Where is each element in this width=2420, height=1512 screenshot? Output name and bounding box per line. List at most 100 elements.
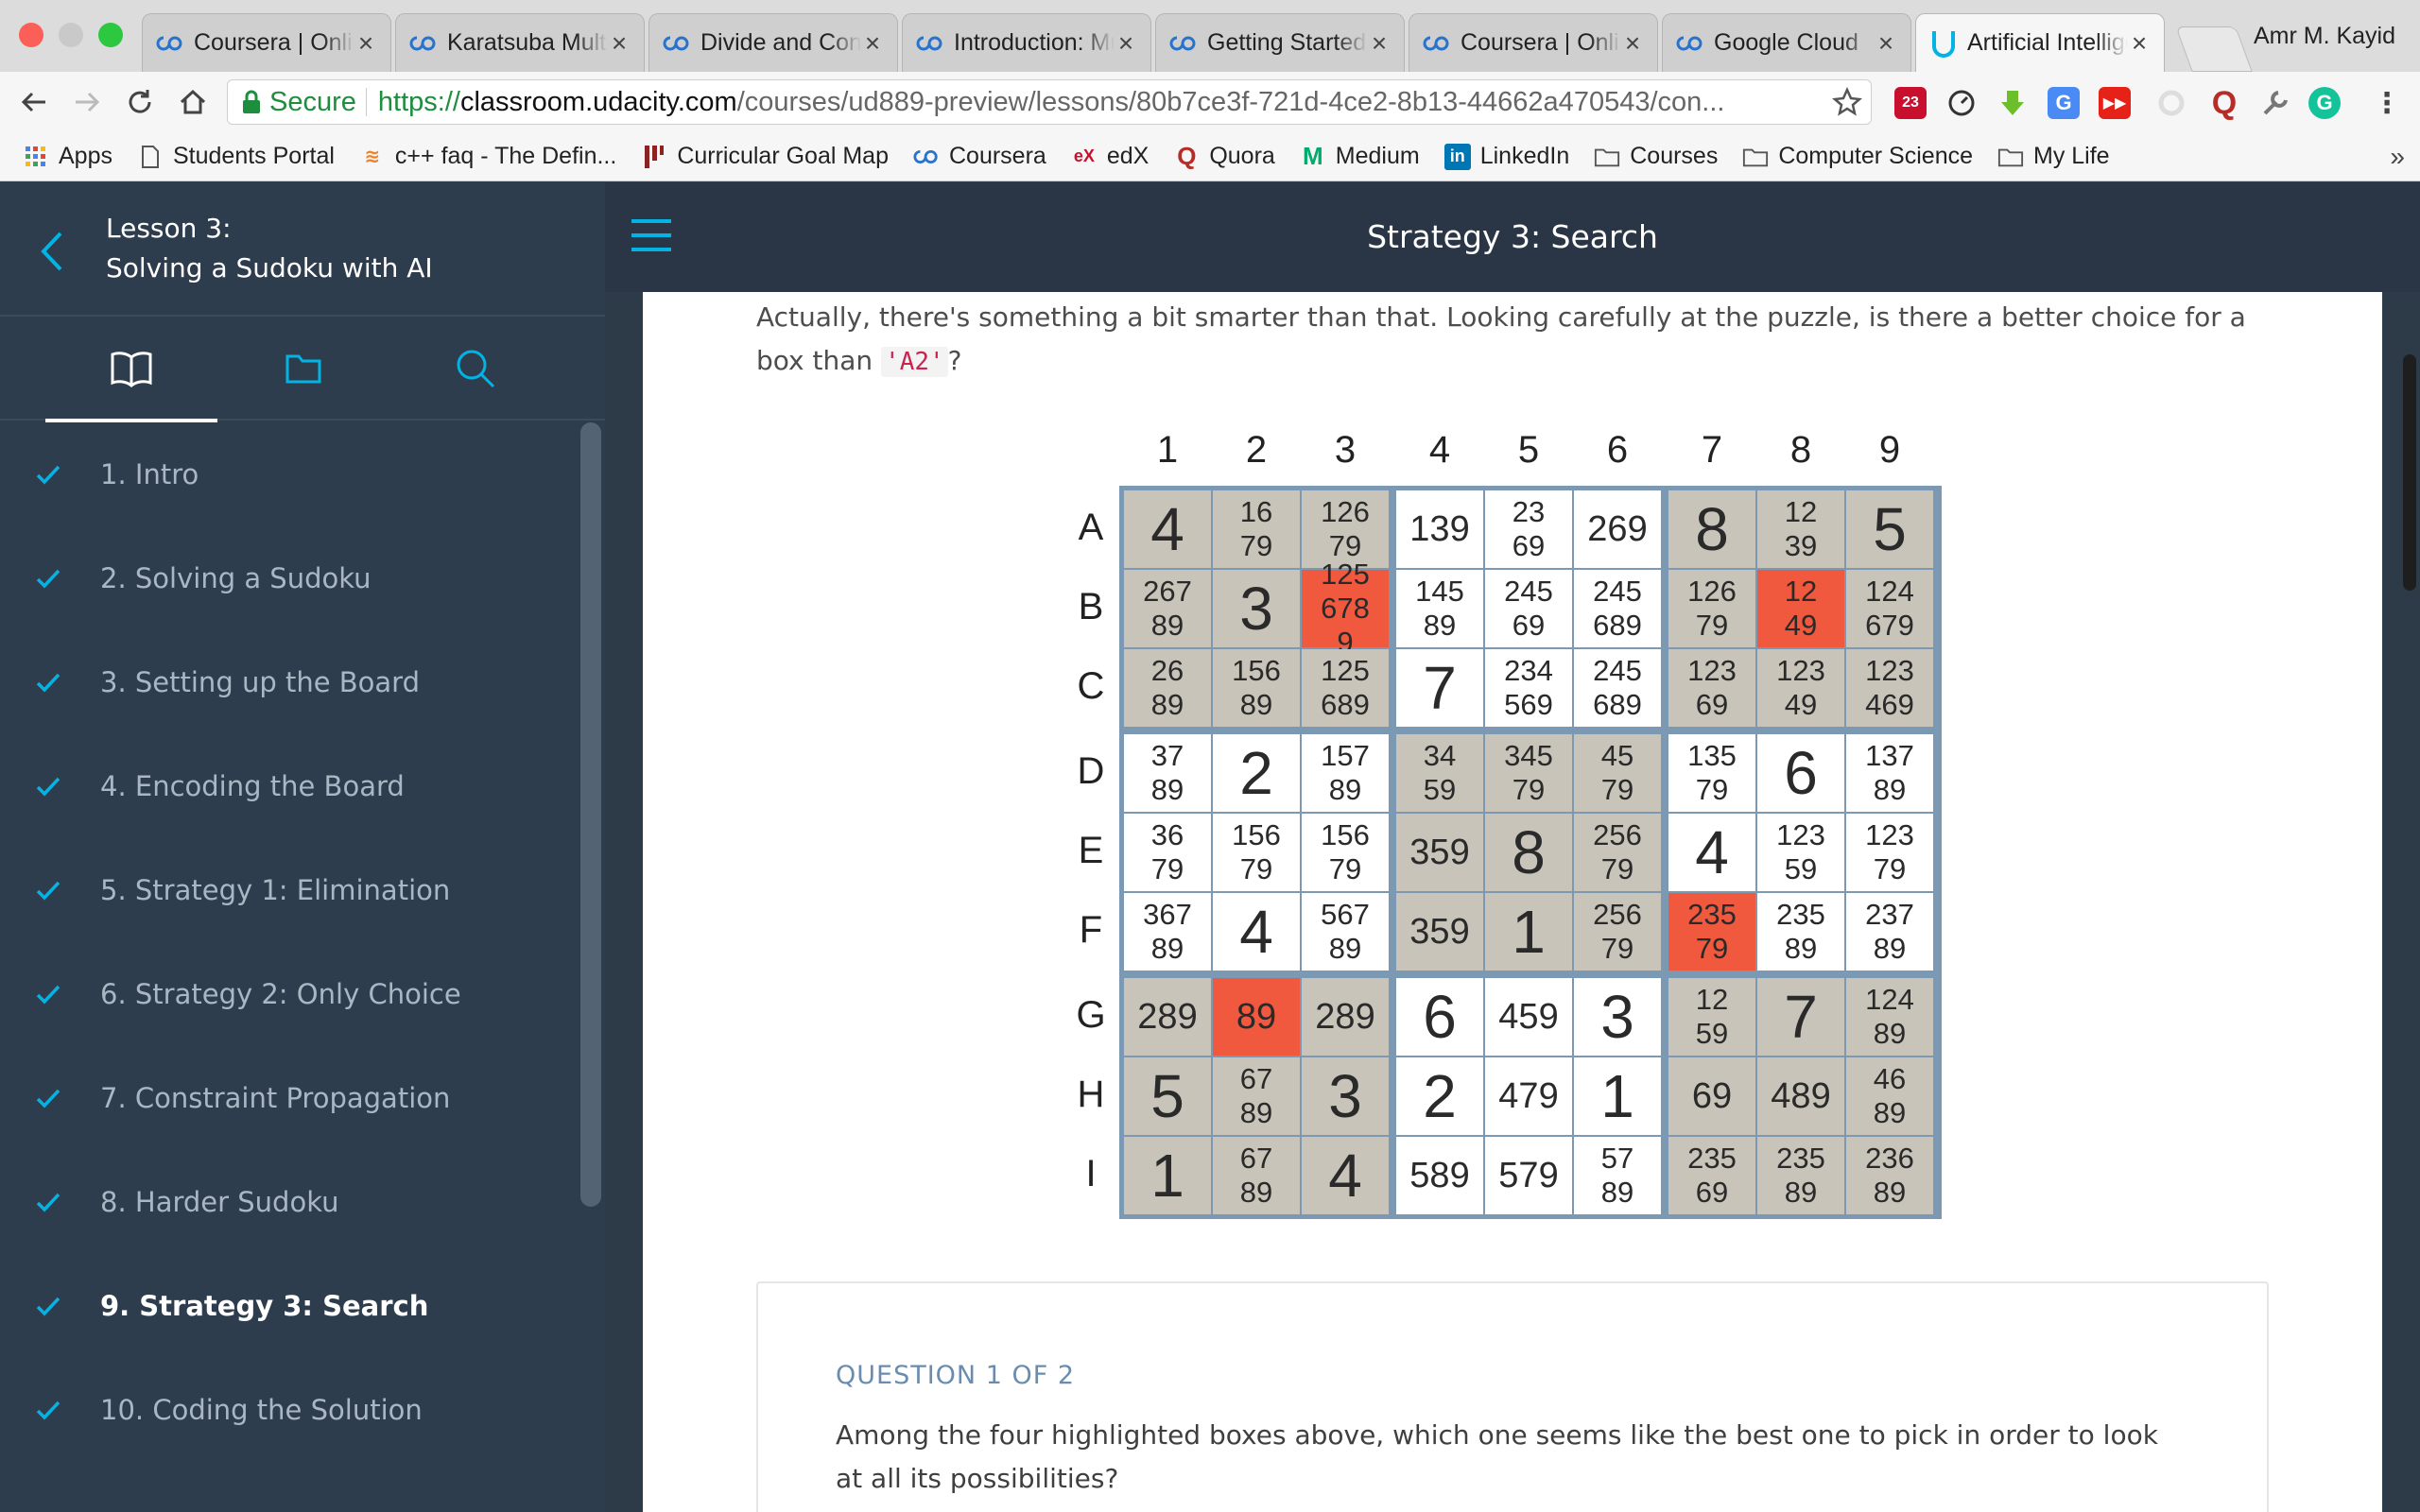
row-label: E (1078, 830, 1104, 871)
address-bar[interactable]: Secure https://classroom.udacity.com/cou… (227, 79, 1872, 125)
coursera-icon (1423, 29, 1451, 58)
circle-extension-icon[interactable] (2155, 87, 2187, 119)
bookmark-label: Quora (1209, 143, 1275, 169)
browser-tab[interactable]: Getting Started × (1155, 13, 1405, 72)
tab-concepts[interactable] (45, 317, 217, 422)
youtube-extension-icon[interactable]: ▶▶ (2099, 87, 2131, 119)
adblock-extension-icon[interactable]: 23 (1894, 87, 1927, 119)
menu-dots-icon[interactable]: ⋮ (2371, 87, 2403, 119)
translate-extension-icon[interactable]: G (2048, 87, 2080, 119)
sudoku-cell: 6789 (1213, 1057, 1300, 1135)
new-tab-button[interactable] (2175, 26, 2253, 72)
browser-tab[interactable]: Karatsuba Multiplication × (395, 13, 645, 72)
column-label: 6 (1606, 429, 1629, 471)
sudoku-cell: 359 (1396, 814, 1483, 891)
bookmark-medium[interactable]: M Medium (1300, 142, 1420, 170)
tab-resources[interactable] (217, 317, 389, 421)
sidebar-item-concept[interactable]: 4. Encoding the Board (0, 734, 605, 838)
sudoku-cell: 579 (1485, 1137, 1572, 1214)
browser-tab[interactable]: Google Cloud × (1662, 13, 1911, 72)
browser-tab[interactable]: Coursera | Online × (142, 13, 391, 72)
minimize-window-button[interactable] (59, 23, 83, 47)
sudoku-cell: 124679 (1846, 570, 1933, 647)
home-button[interactable] (172, 81, 214, 123)
sidebar-item-concept[interactable]: 5. Strategy 1: Elimination (0, 838, 605, 942)
tab-title: Introduction: Multiplication (954, 29, 1115, 56)
bookmark-star-button[interactable] (1826, 81, 1868, 123)
sudoku-grid: 4 1679 12679 139 2369 269 8 1239 5 26789 3 1256789 1… (1119, 486, 1942, 1219)
row-label: B (1078, 586, 1104, 627)
quora-extension-icon[interactable]: Q (2208, 85, 2240, 121)
row-label: A (1078, 507, 1104, 548)
download-extension-icon[interactable] (1996, 87, 2029, 119)
close-tab-icon[interactable]: × (1875, 28, 1897, 59)
browser-tab[interactable]: Introduction: Multiplication × (902, 13, 1151, 72)
sudoku-cell: 26789 (1124, 570, 1211, 647)
book-icon (111, 352, 152, 387)
sudoku-cell: 15679 (1302, 814, 1389, 891)
close-tab-icon[interactable]: × (1621, 28, 1644, 59)
wrench-extension-icon[interactable] (2259, 87, 2291, 119)
bookmark-folder-computer-science[interactable]: Computer Science (1742, 143, 1973, 170)
close-tab-icon[interactable]: × (2128, 28, 2151, 59)
tab-search[interactable] (389, 317, 562, 421)
bookmark-folder-courses[interactable]: Courses (1594, 143, 1718, 170)
browser-tab[interactable]: Divide and Conquer × (648, 13, 898, 72)
check-icon (0, 671, 100, 694)
lock-icon (243, 90, 260, 113)
bookmark-linkedin[interactable]: in LinkedIn (1443, 143, 1569, 170)
sudoku-cell: 2 (1213, 734, 1300, 812)
bookmark-edx[interactable]: eX edX (1071, 143, 1150, 170)
row-label: F (1079, 909, 1103, 951)
reload-button[interactable] (119, 81, 161, 123)
sudoku-cell: 125689 (1302, 649, 1389, 727)
page-scrollbar[interactable] (2403, 354, 2416, 591)
coursera-icon (1676, 29, 1704, 58)
close-tab-icon[interactable]: × (608, 28, 631, 59)
sidebar-item-concept[interactable]: 8. Harder Sudoku (0, 1150, 605, 1254)
bookmark-students-portal[interactable]: Students Portal (137, 143, 335, 170)
sudoku-cell: 34579 (1485, 734, 1572, 812)
lesson-header: Lesson 3: Solving a Sudoku with AI (0, 182, 605, 317)
close-window-button[interactable] (19, 23, 43, 47)
back-button[interactable] (13, 81, 55, 123)
concept-label: 1. Intro (100, 458, 199, 490)
bookmark-cpp-faq[interactable]: ≋ c++ faq - The Defin... (359, 143, 617, 170)
grammarly-extension-icon[interactable]: G (2308, 87, 2341, 119)
bookmark-quora[interactable]: Q Quora (1173, 142, 1275, 170)
sudoku-cell: 13789 (1846, 734, 1933, 812)
sidebar-item-concept[interactable]: 7. Constraint Propagation (0, 1046, 605, 1150)
forward-button[interactable] (66, 81, 108, 123)
sidebar-item-concept[interactable]: 9. Strategy 3: Search (0, 1254, 605, 1358)
chevron-left-icon[interactable] (34, 228, 72, 275)
concept-label: 7. Constraint Propagation (100, 1082, 451, 1114)
sidebar-item-concept[interactable]: 2. Solving a Sudoku (0, 526, 605, 630)
sudoku-cell: 479 (1485, 1057, 1572, 1135)
close-tab-icon[interactable]: × (1115, 28, 1137, 59)
bookmark-apps[interactable]: Apps (23, 143, 112, 170)
divider (365, 88, 367, 116)
sidebar-item-concept[interactable]: 1. Intro (0, 422, 605, 526)
bookmark-folder-my-life[interactable]: My Life (1997, 143, 2110, 170)
close-tab-icon[interactable]: × (1368, 28, 1391, 59)
sudoku-cell: 2689 (1124, 649, 1211, 727)
maximize-window-button[interactable] (98, 23, 123, 47)
profile-name[interactable]: Amr M. Kayid (2254, 23, 2395, 50)
bookmarks-overflow-button[interactable]: » (2390, 142, 2405, 172)
browser-tab-active[interactable]: Artificial Intelligence × (1915, 13, 2165, 72)
sudoku-cell: 5 (1846, 490, 1933, 568)
bookmark-curricular-goal-map[interactable]: Curricular Goal Map (641, 143, 889, 170)
sudoku-cell: 6 (1396, 978, 1483, 1056)
speed-extension-icon[interactable] (1945, 87, 1978, 119)
bookmark-coursera[interactable]: Coursera (913, 143, 1046, 170)
close-tab-icon[interactable]: × (354, 28, 377, 59)
sidebar-item-concept[interactable]: 10. Coding the Solution (0, 1358, 605, 1462)
intro-end: ? (947, 345, 962, 376)
sudoku-cell: 4 (1668, 814, 1755, 891)
sidebar-item-concept[interactable]: 6. Strategy 2: Only Choice (0, 942, 605, 1046)
sidebar-item-concept[interactable]: 3. Setting up the Board (0, 630, 605, 734)
column-label: 5 (1517, 429, 1540, 471)
browser-tab[interactable]: Coursera | Online × (1409, 13, 1658, 72)
close-tab-icon[interactable]: × (861, 28, 884, 59)
sudoku-cell: 4 (1124, 490, 1211, 568)
